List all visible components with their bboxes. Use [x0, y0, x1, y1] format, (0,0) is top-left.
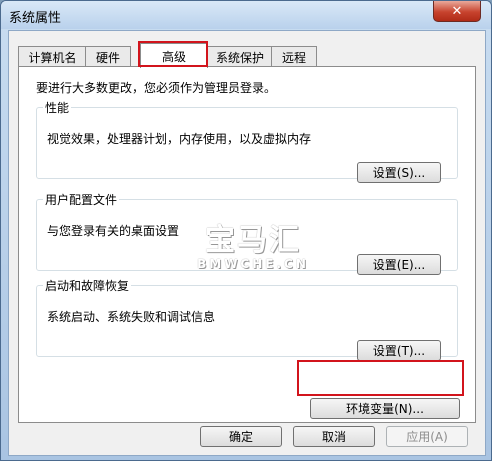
environment-variables-highlight: [297, 360, 464, 396]
startup-recovery-group: 启动和故障恢复 系统启动、系统失败和调试信息 设置(T)...: [36, 277, 458, 361]
close-button[interactable]: ✕: [433, 1, 481, 22]
tab-hardware[interactable]: 硬件: [85, 46, 131, 67]
apply-button[interactable]: 应用(A): [386, 426, 468, 447]
watermark-chinese: 宝马汇: [205, 223, 301, 258]
environment-variables-button[interactable]: 环境变量(N)...: [310, 398, 460, 419]
advanced-tab-highlight: [138, 41, 208, 67]
tab-remote[interactable]: 远程: [271, 46, 317, 67]
dialog-client-area: 计算机名 硬件 高级 系统保护 远程 要进行大多数更改，您必须作为管理员登录。 …: [8, 30, 486, 456]
performance-title: 性能: [45, 101, 70, 115]
watermark-english: BMWCHE.CN: [197, 257, 309, 271]
cancel-button[interactable]: 取消: [293, 426, 375, 447]
user-profiles-description: 与您登录有关的桌面设置: [47, 224, 180, 238]
watermark-logo: 宝马汇 BMWCHE.CN: [193, 223, 313, 272]
performance-description: 视觉效果，处理器计划，内存使用，以及虚拟内存: [47, 132, 312, 146]
user-profiles-settings-button[interactable]: 设置(E)...: [357, 254, 441, 275]
tab-computer-name[interactable]: 计算机名: [18, 46, 87, 67]
window-title: 系统属性: [9, 11, 62, 26]
performance-group: 性能 视觉效果，处理器计划，内存使用，以及虚拟内存 设置(S)...: [36, 99, 458, 183]
close-icon: ✕: [451, 3, 463, 19]
startup-recovery-title: 启动和故障恢复: [45, 279, 130, 293]
ok-button[interactable]: 确定: [200, 426, 282, 447]
performance-settings-button[interactable]: 设置(S)...: [357, 162, 441, 183]
tab-system-protection[interactable]: 系统保护: [207, 46, 273, 67]
system-properties-window: 系统属性 ✕ 计算机名 硬件 高级 系统保护 远程 要进行大多数更改，您必须作为…: [0, 0, 492, 461]
admin-notice: 要进行大多数更改，您必须作为管理员登录。: [36, 81, 277, 95]
title-bar[interactable]: 系统属性 ✕: [1, 1, 491, 29]
startup-recovery-description: 系统启动、系统失败和调试信息: [47, 310, 216, 324]
user-profiles-title: 用户配置文件: [45, 193, 118, 207]
startup-recovery-settings-button[interactable]: 设置(T)...: [357, 340, 441, 361]
